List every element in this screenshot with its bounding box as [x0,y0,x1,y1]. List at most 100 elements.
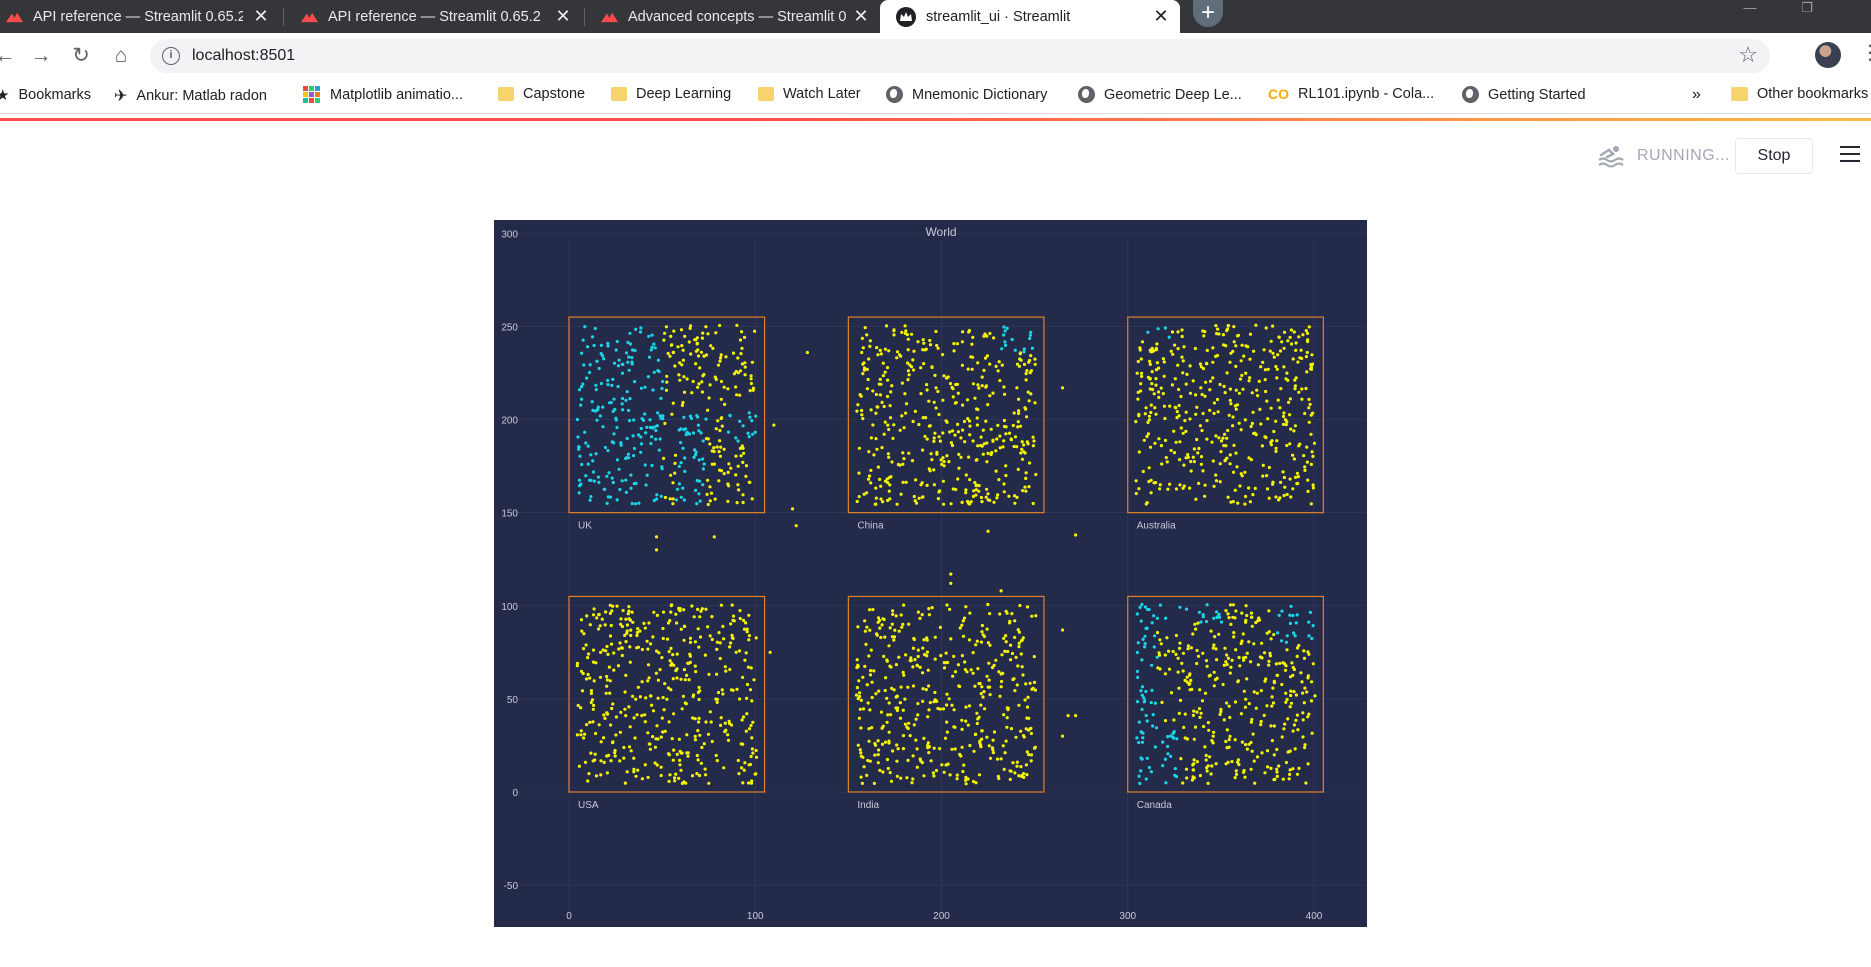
scatter-point [1145,756,1149,760]
outlier-point [949,581,953,585]
scatter-point [590,335,595,339]
scatter-point [1233,488,1237,492]
scatter-point [754,414,758,418]
scatter-point [660,656,664,660]
hamburger-menu-icon[interactable] [1840,146,1860,164]
address-bar[interactable]: i localhost:8501 ☆ [150,39,1770,73]
scatter-point [887,349,891,353]
bookmark-star-icon[interactable]: ☆ [1738,42,1758,68]
bookmark-other[interactable]: Other bookmarks [1731,86,1868,102]
scatter-point [990,746,994,750]
bookmark-watch-later[interactable]: Watch Later [758,86,861,102]
scatter-point [886,713,890,717]
bookmark-getting-started[interactable]: Getting Started [1462,86,1586,103]
scatter-point [896,747,900,751]
scatter-point [1185,372,1189,376]
scatter-point [1150,382,1154,386]
scatter-point [988,394,992,398]
url-text[interactable]: localhost:8501 [192,47,295,65]
scatter-point [922,362,926,366]
scatter-point [893,628,897,632]
scatter-point [900,625,904,629]
scatter-point [953,433,957,437]
new-tab-button[interactable]: + [1193,0,1223,27]
scatter-point [1243,775,1247,779]
scatter-point [679,461,683,465]
scatter-point [1296,475,1300,479]
scatter-point [626,452,630,456]
scatter-point [644,483,648,487]
home-icon[interactable]: ⌂ [108,43,134,69]
close-icon[interactable]: ✕ [552,5,574,27]
bookmark-bookmarks[interactable]: ★ Bookmarks [0,86,91,104]
scatter-point [906,378,910,382]
bookmark-geometric-deep[interactable]: Geometric Deep Le... [1078,86,1242,103]
bookmark-mnemonic-dictionary[interactable]: Mnemonic Dictionary [886,86,1047,103]
scatter-point [980,623,984,628]
avatar[interactable] [1815,42,1841,68]
scatter-point [657,448,661,452]
bookmark-matplotlib[interactable]: Matplotlib animatio... [303,86,463,104]
scatter-point [980,630,984,634]
scatter-point [1181,431,1185,435]
scatter-point [980,384,984,388]
bookmark-capstone[interactable]: Capstone [498,86,585,102]
scatter-point [740,346,744,350]
scatter-point [1248,357,1252,361]
scatter-point [696,385,700,389]
bookmarks-overflow-button[interactable]: » [1692,86,1701,104]
browser-menu-icon[interactable]: ⋮ [1860,40,1871,65]
scatter-point [668,773,672,777]
outlier-point [654,548,659,552]
scatter-point [1212,401,1216,405]
scatter-point [1221,333,1225,337]
bookmark-rl101[interactable]: CO RL101.ipynb - Cola... [1268,86,1434,102]
scatter-point [1184,767,1189,771]
scatter-point [738,609,742,613]
scatter-point [994,449,998,453]
scatter-point [1205,437,1209,441]
scatter-point [612,432,616,436]
minimize-icon[interactable]: — [1725,0,1775,20]
scatter-point [1033,688,1037,692]
scatter-point [1013,619,1017,623]
scatter-point [1311,624,1315,628]
scatter-point [726,738,731,743]
scatter-point [927,708,931,712]
bookmark-deep-learning[interactable]: Deep Learning [611,86,731,102]
scatter-point [1225,662,1229,667]
scatter-point [1272,753,1276,757]
scatter-point [962,763,966,767]
scatter-point [873,502,877,506]
tab-api-reference-1[interactable]: API reference — Streamlit 0.65.2 ✕ [0,0,280,33]
scatter-point [1307,420,1311,424]
tab-advanced-concepts[interactable]: Advanced concepts — Streamlit 0 ✕ [585,0,880,33]
bookmark-matlab-radon[interactable]: ✈ Ankur: Matlab radon [114,86,267,106]
reload-icon[interactable]: ↻ [68,43,94,69]
restore-icon[interactable]: ❐ [1782,0,1832,20]
tab-streamlit-ui[interactable]: streamlit_ui · Streamlit ✕ [880,0,1180,33]
close-icon[interactable]: ✕ [1150,5,1172,27]
scatter-point [1228,671,1232,675]
scatter-point [629,473,633,477]
scatter-point [887,644,891,648]
scatter-point [1010,651,1015,656]
scatter-point [618,487,622,492]
info-icon[interactable]: i [162,47,180,65]
close-icon[interactable]: ✕ [250,5,272,27]
scatter-point [633,348,637,353]
scatter-point [976,383,980,387]
scatter-point [1307,397,1311,401]
forward-icon[interactable]: → [28,43,54,69]
stop-button[interactable]: Stop [1735,138,1813,174]
scatter-point [900,414,904,418]
scatter-point [1002,424,1007,429]
tab-api-reference-2[interactable]: API reference — Streamlit 0.65.2 ✕ [285,0,582,33]
scatter-point [639,450,643,454]
scatter-point [724,728,728,732]
close-icon[interactable]: ✕ [850,5,872,27]
scatter-point [919,392,923,396]
scatter-point [742,627,747,631]
back-icon[interactable]: ← [0,43,18,69]
scatter-point [1244,743,1248,747]
